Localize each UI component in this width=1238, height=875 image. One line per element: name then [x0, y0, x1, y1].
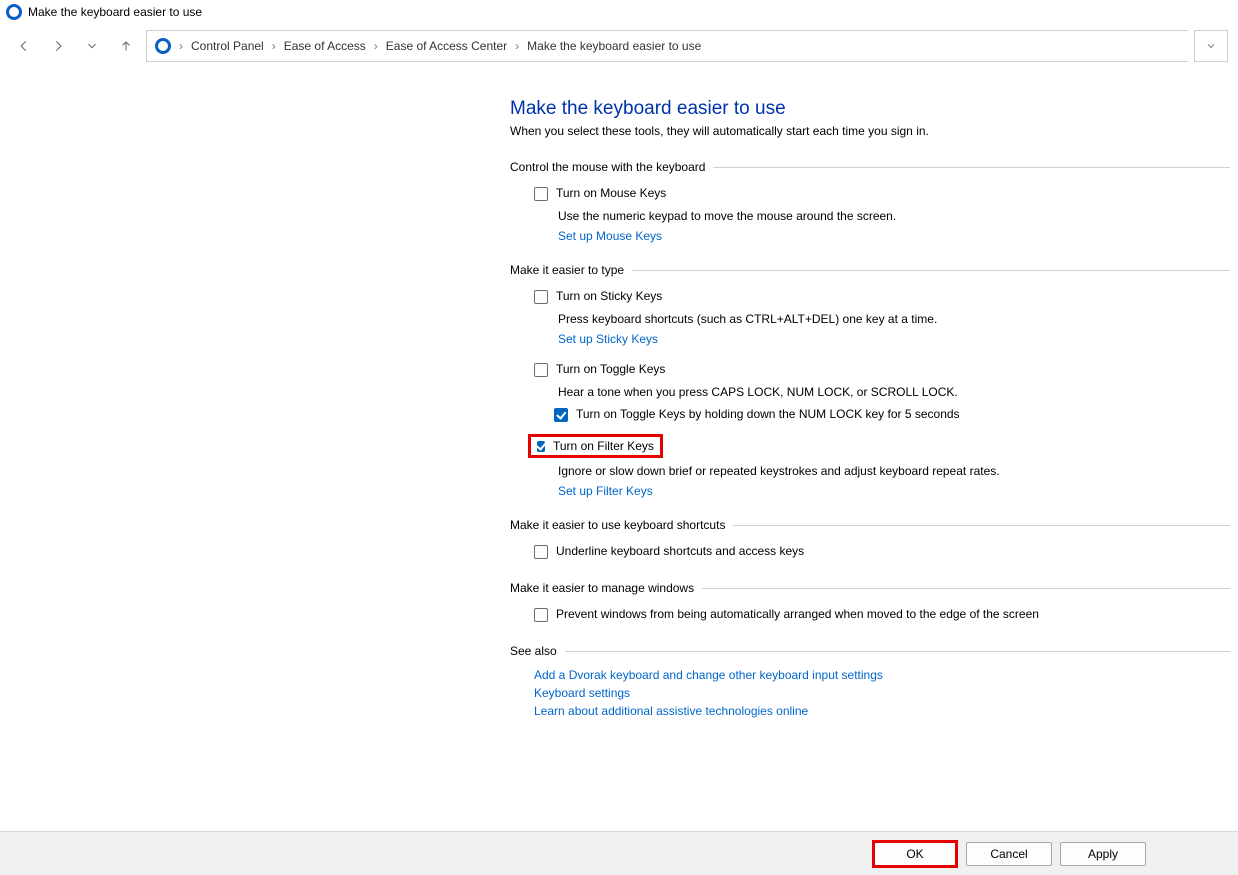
filterkeys-highlight: Turn on Filter Keys	[528, 434, 663, 458]
group-see-also: See also Add a Dvorak keyboard and chang…	[510, 644, 1230, 718]
chevron-right-icon: ›	[270, 39, 278, 53]
group-title: Make it easier to type	[510, 263, 624, 277]
control-panel-icon	[155, 38, 171, 54]
underline-label: Underline keyboard shortcuts and access …	[556, 544, 804, 558]
page-title: Make the keyboard easier to use	[510, 98, 1230, 120]
chevron-right-icon: ›	[372, 39, 380, 53]
togglekeys-label: Turn on Toggle Keys	[556, 362, 665, 376]
divider	[565, 651, 1230, 652]
divider	[733, 525, 1230, 526]
ok-button[interactable]: OK	[875, 843, 955, 865]
breadcrumb-item[interactable]: Control Panel	[191, 39, 264, 53]
address-dropdown[interactable]	[1194, 30, 1228, 62]
apply-button[interactable]: Apply	[1060, 842, 1146, 866]
underline-checkbox[interactable]	[534, 545, 548, 559]
group-title: Make it easier to manage windows	[510, 581, 694, 595]
mousekeys-setup-link[interactable]: Set up Mouse Keys	[558, 229, 1230, 243]
assistive-tech-link[interactable]: Learn about additional assistive technol…	[534, 704, 1230, 718]
group-type: Make it easier to type Turn on Sticky Ke…	[510, 263, 1230, 498]
address-bar[interactable]: › Control Panel › Ease of Access › Ease …	[146, 30, 1188, 62]
togglekeys-checkbox[interactable]	[534, 363, 548, 377]
group-title: Control the mouse with the keyboard	[510, 160, 705, 174]
dvorak-link[interactable]: Add a Dvorak keyboard and change other k…	[534, 668, 1230, 682]
prevent-arrange-label: Prevent windows from being automatically…	[556, 607, 1039, 621]
togglekeys-hold-checkbox[interactable]	[554, 408, 568, 422]
mousekeys-desc: Use the numeric keypad to move the mouse…	[558, 209, 1230, 223]
stickykeys-desc: Press keyboard shortcuts (such as CTRL+A…	[558, 312, 1230, 326]
breadcrumb-item[interactable]: Ease of Access	[284, 39, 366, 53]
group-mouse: Control the mouse with the keyboard Turn…	[510, 160, 1230, 243]
control-panel-icon	[6, 4, 22, 20]
chevron-right-icon: ›	[513, 39, 521, 53]
togglekeys-desc: Hear a tone when you press CAPS LOCK, NU…	[558, 385, 1230, 399]
breadcrumb-item[interactable]: Make the keyboard easier to use	[527, 39, 701, 53]
breadcrumb-item[interactable]: Ease of Access Center	[386, 39, 507, 53]
group-title: Make it easier to use keyboard shortcuts	[510, 518, 725, 532]
back-button[interactable]	[10, 32, 38, 60]
prevent-arrange-checkbox[interactable]	[534, 608, 548, 622]
stickykeys-setup-link[interactable]: Set up Sticky Keys	[558, 332, 1230, 346]
chevron-right-icon: ›	[177, 39, 185, 53]
nav-toolbar: › Control Panel › Ease of Access › Ease …	[0, 24, 1238, 68]
page-subtitle: When you select these tools, they will a…	[510, 124, 1230, 138]
divider	[702, 588, 1230, 589]
mousekeys-checkbox[interactable]	[534, 187, 548, 201]
filterkeys-setup-link[interactable]: Set up Filter Keys	[558, 484, 1230, 498]
content-area: Make the keyboard easier to use When you…	[0, 70, 1238, 831]
group-windows: Make it easier to manage windows Prevent…	[510, 581, 1230, 624]
cancel-button[interactable]: Cancel	[966, 842, 1052, 866]
up-button[interactable]	[112, 32, 140, 60]
dialog-footer: OK Cancel Apply	[0, 831, 1238, 875]
recent-dropdown-icon[interactable]	[78, 32, 106, 60]
group-shortcuts: Make it easier to use keyboard shortcuts…	[510, 518, 1230, 561]
divider	[632, 270, 1230, 271]
window-titlebar: Make the keyboard easier to use	[0, 0, 1238, 24]
group-title: See also	[510, 644, 557, 658]
mousekeys-label: Turn on Mouse Keys	[556, 186, 666, 200]
filterkeys-label: Turn on Filter Keys	[553, 439, 654, 453]
forward-button[interactable]	[44, 32, 72, 60]
stickykeys-label: Turn on Sticky Keys	[556, 289, 662, 303]
filterkeys-checkbox[interactable]	[537, 441, 545, 452]
window-title: Make the keyboard easier to use	[28, 5, 202, 19]
divider	[713, 167, 1230, 168]
keyboard-settings-link[interactable]: Keyboard settings	[534, 686, 1230, 700]
stickykeys-checkbox[interactable]	[534, 290, 548, 304]
ok-button-highlight: OK	[872, 840, 958, 868]
togglekeys-hold-label: Turn on Toggle Keys by holding down the …	[576, 407, 960, 421]
filterkeys-desc: Ignore or slow down brief or repeated ke…	[558, 464, 1230, 478]
